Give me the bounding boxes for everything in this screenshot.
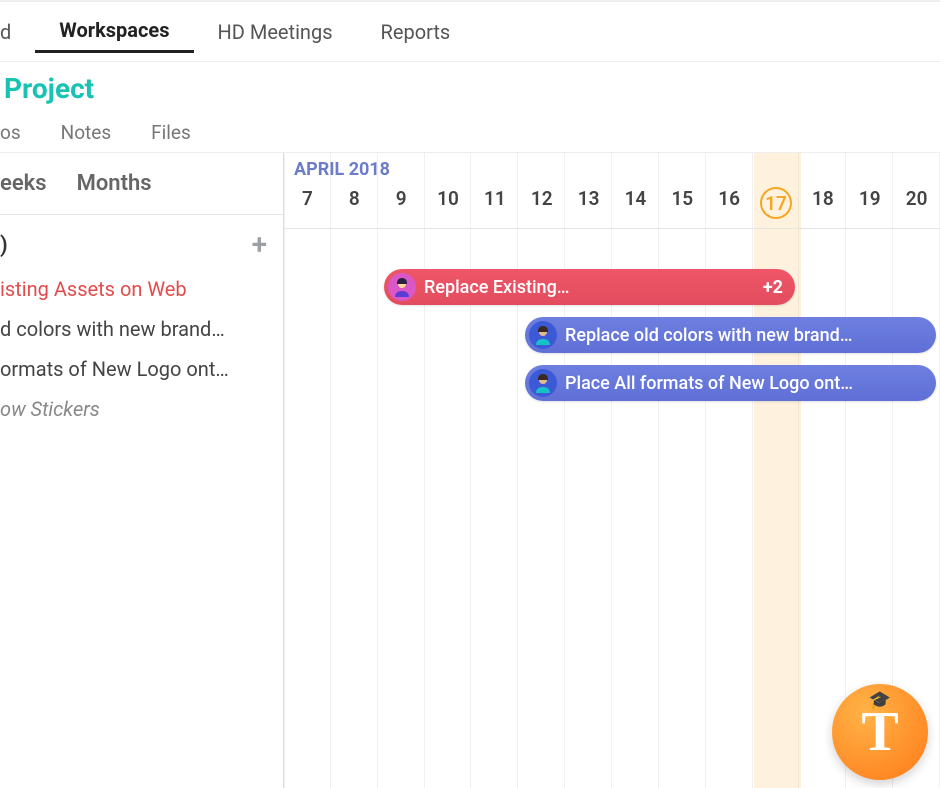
assignee-avatar[interactable]	[529, 369, 557, 397]
subtab-0[interactable]: os	[0, 121, 21, 144]
add-task-button[interactable]: +	[252, 231, 267, 259]
timeline-day[interactable]: 7	[284, 187, 331, 219]
gantt-bar-label: Replace old colors with new brand…	[565, 325, 924, 346]
timeline-day[interactable]: 9	[378, 187, 425, 219]
assignee-avatar[interactable]	[529, 321, 557, 349]
nav-item-reports[interactable]: Reports	[357, 12, 475, 52]
gantt-bar-label: Replace Existing…	[424, 277, 755, 298]
sub-tabs: os Notes Files	[0, 113, 940, 153]
timeline-day[interactable]: 11	[471, 187, 518, 219]
top-nav: d Workspaces HD Meetings Reports	[0, 2, 940, 62]
main-area: eeks Months ) + isting Assets on Web d c…	[0, 153, 940, 788]
gantt-bar-label: Place All formats of New Logo ont…	[565, 373, 924, 394]
nav-item-hd-meetings[interactable]: HD Meetings	[194, 12, 357, 52]
timeline-day[interactable]: 15	[659, 187, 706, 219]
timeline-day[interactable]: 16	[706, 187, 753, 219]
gantt-bar[interactable]: Replace Existing… +2	[384, 269, 795, 305]
brand-badge[interactable]: 🎓 T	[832, 684, 928, 780]
task-row[interactable]: isting Assets on Web	[0, 269, 273, 309]
timeline-day[interactable]: 19	[846, 187, 893, 219]
task-row[interactable]: ow Stickers	[0, 389, 273, 429]
timeline-day[interactable]: 17	[753, 187, 800, 219]
task-list: ) + isting Assets on Web d colors with n…	[0, 215, 283, 429]
group-header[interactable]: ) +	[0, 229, 273, 269]
timeline-days: 7891011121314151617181920	[284, 187, 940, 219]
timeline-day[interactable]: 14	[612, 187, 659, 219]
project-title[interactable]: Project	[0, 62, 940, 113]
task-row[interactable]: d colors with new brand…	[0, 309, 273, 349]
timeline-day[interactable]: 12	[518, 187, 565, 219]
timeline-day[interactable]: 10	[425, 187, 472, 219]
nav-item-workspaces[interactable]: Workspaces	[35, 10, 193, 53]
task-row[interactable]: ormats of New Logo ont…	[0, 349, 273, 389]
scale-weeks[interactable]: eeks	[0, 171, 47, 196]
timeline[interactable]: APRIL 2018 7891011121314151617181920 Rep…	[284, 153, 940, 788]
gantt-bar[interactable]: Replace old colors with new brand…	[525, 317, 936, 353]
timeline-day[interactable]: 13	[565, 187, 612, 219]
gantt-bar[interactable]: Place All formats of New Logo ont…	[525, 365, 936, 401]
group-header-text: )	[0, 233, 8, 258]
timeline-header: APRIL 2018 7891011121314151617181920	[284, 153, 940, 229]
scale-switch: eeks Months	[0, 153, 283, 215]
timeline-day[interactable]: 8	[331, 187, 378, 219]
nav-item-0[interactable]: d	[0, 12, 35, 52]
left-panel: eeks Months ) + isting Assets on Web d c…	[0, 153, 284, 788]
subtab-files[interactable]: Files	[151, 121, 191, 144]
gantt-bar-extra-count[interactable]: +2	[763, 277, 783, 298]
timeline-day[interactable]: 18	[799, 187, 846, 219]
assignee-avatar[interactable]	[388, 273, 416, 301]
graduation-cap-icon: 🎓	[869, 690, 891, 711]
timeline-month-label: APRIL 2018	[294, 159, 390, 180]
subtab-notes[interactable]: Notes	[61, 121, 112, 144]
timeline-day[interactable]: 20	[893, 187, 940, 219]
scale-months[interactable]: Months	[77, 171, 152, 196]
